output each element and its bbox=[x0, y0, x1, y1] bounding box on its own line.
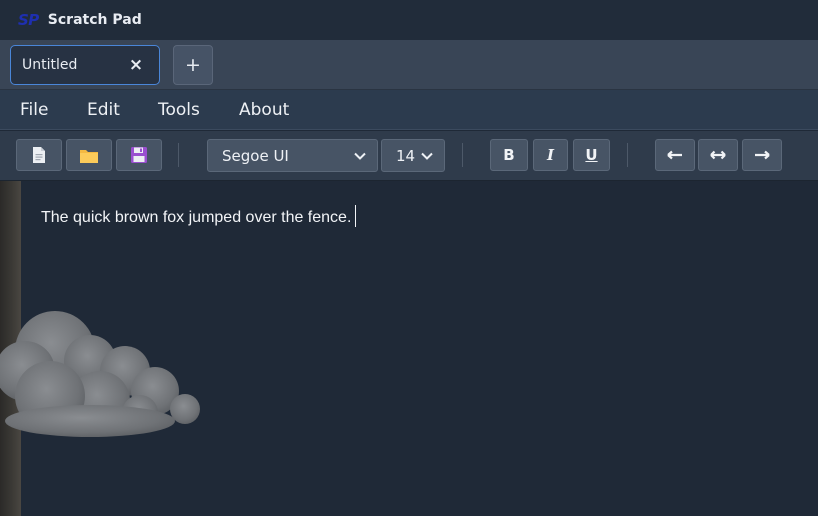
font-size-value: 14 bbox=[396, 146, 416, 165]
align-right-icon bbox=[755, 150, 770, 160]
text-caret bbox=[355, 205, 357, 227]
align-left-icon bbox=[667, 150, 682, 160]
toolbar-separator bbox=[178, 143, 179, 167]
editor-area[interactable]: The quick brown fox jumped over the fenc… bbox=[0, 181, 818, 516]
editor-text[interactable]: The quick brown fox jumped over the fenc… bbox=[41, 205, 357, 227]
open-folder-button[interactable] bbox=[66, 139, 112, 171]
open-folder-icon bbox=[80, 149, 98, 163]
tab-untitled[interactable]: Untitled × bbox=[10, 45, 160, 85]
new-tab-button[interactable]: + bbox=[173, 45, 213, 85]
app-title: Scratch Pad bbox=[47, 12, 142, 28]
chevron-down-icon bbox=[421, 152, 433, 160]
app-logo: SP bbox=[18, 11, 39, 29]
italic-button[interactable]: I bbox=[533, 139, 568, 171]
save-icon bbox=[131, 147, 147, 163]
menu-edit[interactable]: Edit bbox=[87, 100, 120, 120]
save-button[interactable] bbox=[116, 139, 162, 171]
font-size-select[interactable]: 14 bbox=[381, 139, 445, 172]
align-left-button[interactable] bbox=[655, 139, 695, 171]
chevron-down-icon bbox=[354, 152, 366, 160]
menu-bar: File Edit Tools About bbox=[0, 90, 818, 130]
editor-content: The quick brown fox jumped over the fenc… bbox=[41, 209, 352, 226]
underline-button[interactable]: U bbox=[573, 139, 610, 171]
menu-file[interactable]: File bbox=[20, 100, 48, 120]
menu-tools[interactable]: Tools bbox=[158, 100, 200, 120]
align-center-button[interactable] bbox=[698, 139, 738, 171]
bold-button[interactable]: B bbox=[490, 139, 528, 171]
new-file-icon bbox=[33, 147, 45, 163]
toolbar-separator bbox=[627, 143, 628, 167]
font-family-select[interactable]: Segoe UI bbox=[207, 139, 378, 172]
close-tab-icon[interactable]: × bbox=[125, 54, 147, 76]
tab-label: Untitled bbox=[22, 57, 78, 73]
cloud-decoration bbox=[0, 311, 200, 437]
menu-about[interactable]: About bbox=[239, 100, 289, 120]
tab-bar: Untitled × + bbox=[0, 40, 818, 90]
align-center-icon bbox=[710, 150, 726, 160]
toolbar-separator bbox=[462, 143, 463, 167]
align-right-button[interactable] bbox=[742, 139, 782, 171]
toolbar: Segoe UI 14 B I U bbox=[0, 131, 818, 181]
new-file-button[interactable] bbox=[16, 139, 62, 171]
title-bar: SP Scratch Pad bbox=[0, 0, 818, 40]
font-family-value: Segoe UI bbox=[222, 146, 289, 165]
